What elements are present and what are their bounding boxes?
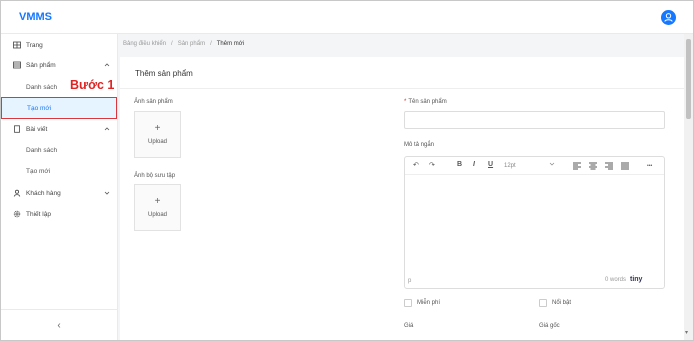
short-description-label: Mô tả ngắn	[404, 142, 435, 148]
sidebar-item-label: Tạo mới	[27, 104, 52, 112]
chevron-down-icon	[549, 162, 555, 166]
sidebar-item-posts-list[interactable]: Danh sách	[1, 141, 117, 159]
gear-icon	[13, 210, 21, 218]
plus-icon: +	[154, 196, 161, 207]
app-logo[interactable]: VMMS	[19, 11, 52, 23]
sidebar-item-home[interactable]: Trang	[1, 36, 117, 54]
breadcrumb: Bảng điều khiển / Sản phẩm / Thêm mới	[123, 41, 244, 47]
free-checkbox[interactable]	[404, 299, 412, 307]
sidebar-item-customers[interactable]: Khách hàng	[1, 184, 117, 202]
sidebar-item-products-create[interactable]: Tạo mới	[1, 97, 117, 119]
original-price-label: Giá gốc	[539, 323, 560, 329]
table-icon	[13, 61, 21, 69]
page-title: Thêm sản phẩm	[135, 69, 193, 78]
grid-icon	[13, 41, 21, 49]
featured-checkbox[interactable]	[539, 299, 547, 307]
align-center-icon[interactable]	[589, 162, 597, 170]
collection-image-label: Ảnh bộ sưu tập	[134, 173, 176, 179]
breadcrumb-item[interactable]: Bảng điều khiển	[123, 41, 166, 47]
underline-button[interactable]: U	[488, 161, 493, 168]
font-size-select[interactable]: 12pt	[501, 160, 555, 171]
product-name-label: * Tên sản phẩm	[404, 99, 447, 105]
align-right-icon[interactable]	[605, 162, 613, 170]
tiny-logo[interactable]: tiny	[630, 276, 642, 283]
sidebar-item-label: Tạo mới	[26, 167, 51, 175]
align-justify-icon[interactable]	[621, 162, 629, 170]
sidebar-item-products[interactable]: Sản phẩm	[1, 56, 117, 74]
sidebar-item-label: Bài viết	[26, 125, 48, 133]
step-annotation: Bước 1	[70, 78, 115, 92]
sidebar-item-posts[interactable]: Bài viết	[1, 120, 117, 138]
user-icon	[13, 189, 21, 197]
word-count: 0 words	[605, 277, 627, 283]
collection-image-upload[interactable]: + Upload	[134, 184, 181, 231]
scroll-down-icon[interactable]: ▾	[685, 329, 688, 336]
product-name-input[interactable]	[404, 111, 665, 129]
rich-text-editor[interactable]: ↶ ↷ B I U 12pt ••• p 0 words tiny	[404, 156, 665, 289]
breadcrumb-item[interactable]: Sản phẩm	[178, 41, 205, 47]
sidebar-item-label: Thiết lập	[26, 210, 51, 218]
upload-label: Upload	[147, 139, 167, 145]
price-label: Giá	[404, 323, 414, 329]
sidebar-collapse-button[interactable]: ‹	[1, 309, 117, 340]
font-size-value: 12pt	[504, 162, 516, 169]
document-icon	[13, 125, 21, 133]
more-icon[interactable]: •••	[647, 163, 652, 169]
breadcrumb-current: Thêm mới	[216, 41, 245, 47]
breadcrumb-separator: /	[171, 41, 173, 47]
sidebar-item-label: Sản phẩm	[26, 61, 56, 69]
italic-button[interactable]: I	[473, 161, 475, 168]
scrollbar-thumb[interactable]	[686, 39, 691, 119]
sidebar-item-settings[interactable]: Thiết lập	[1, 205, 117, 223]
chevron-left-icon: ‹	[57, 320, 61, 331]
product-image-label: Ảnh sản phẩm	[134, 99, 173, 105]
required-mark: *	[404, 99, 407, 105]
editor-statusbar: p 0 words tiny	[405, 274, 664, 288]
undo-icon[interactable]: ↶	[413, 161, 419, 169]
sidebar-item-label: Danh sách	[26, 146, 58, 154]
top-header: VMMS	[1, 1, 693, 34]
plus-icon: +	[154, 123, 161, 134]
editor-toolbar: ↶ ↷ B I U 12pt •••	[405, 157, 664, 175]
chevron-up-icon	[104, 63, 110, 67]
sidebar-item-label: Danh sách	[26, 83, 58, 91]
editor-path[interactable]: p	[408, 278, 411, 284]
breadcrumb-separator: /	[210, 41, 212, 47]
align-left-icon[interactable]	[573, 162, 581, 170]
chevron-down-icon	[104, 191, 110, 195]
redo-icon[interactable]: ↷	[429, 161, 435, 169]
bold-button[interactable]: B	[457, 161, 462, 168]
chevron-up-icon	[104, 127, 110, 131]
sidebar-item-label: Trang	[26, 41, 43, 49]
sidebar-item-posts-create[interactable]: Tạo mới	[1, 162, 117, 180]
divider	[120, 88, 684, 89]
upload-label: Upload	[147, 212, 167, 218]
sidebar-item-label: Khách hàng	[26, 189, 61, 197]
user-icon	[664, 13, 673, 22]
featured-label: Nổi bật	[552, 300, 572, 306]
avatar[interactable]	[661, 10, 676, 25]
product-name-label-text: Tên sản phẩm	[408, 99, 447, 105]
product-image-upload[interactable]: + Upload	[134, 111, 181, 158]
app-window: VMMS Trang Sản phẩm Danh sách Tạo mới Bà…	[0, 0, 694, 341]
free-label: Miễn phí	[417, 300, 441, 306]
